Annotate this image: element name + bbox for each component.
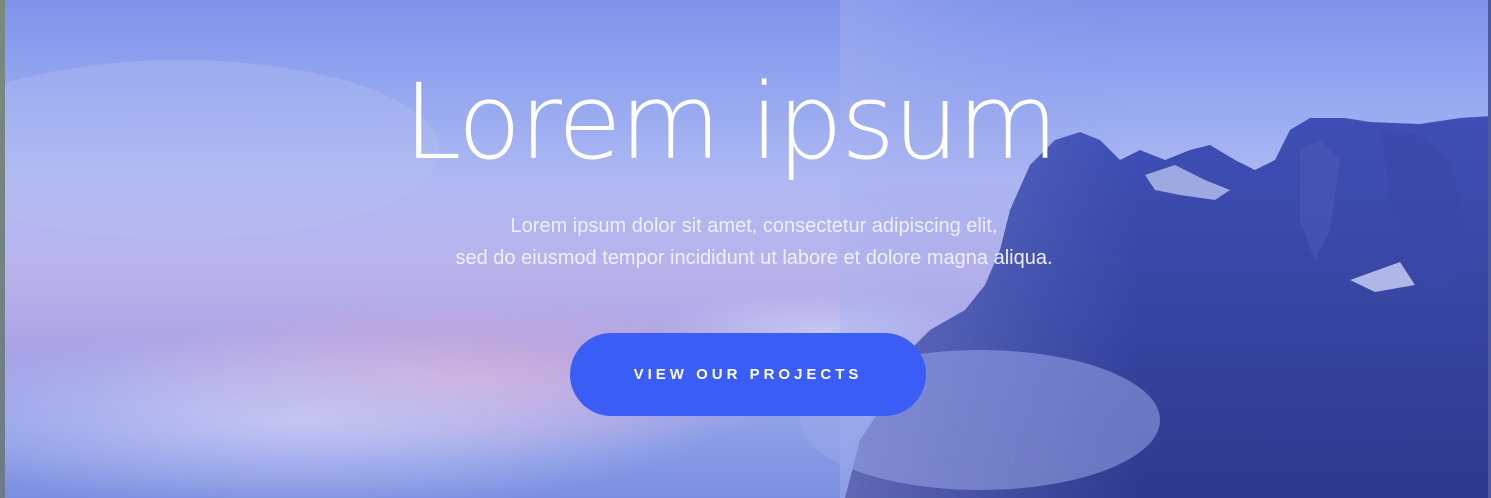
hero-subtitle: Lorem ipsum dolor sit amet, consectetur … <box>0 210 1491 274</box>
hero-content: Lorem ipsum Lorem ipsum dolor sit amet, … <box>0 0 1491 498</box>
hero-section: Lorem ipsum Lorem ipsum dolor sit amet, … <box>0 0 1491 498</box>
view-our-projects-button[interactable]: VIEW OUR PROJECTS <box>570 333 926 416</box>
hero-subtitle-line-2: sed do eiusmod tempor incididunt ut labo… <box>455 247 1053 269</box>
hero-title: Lorem ipsum <box>403 61 1059 183</box>
hero-subtitle-line-1: Lorem ipsum dolor sit amet, consectetur … <box>510 215 998 237</box>
